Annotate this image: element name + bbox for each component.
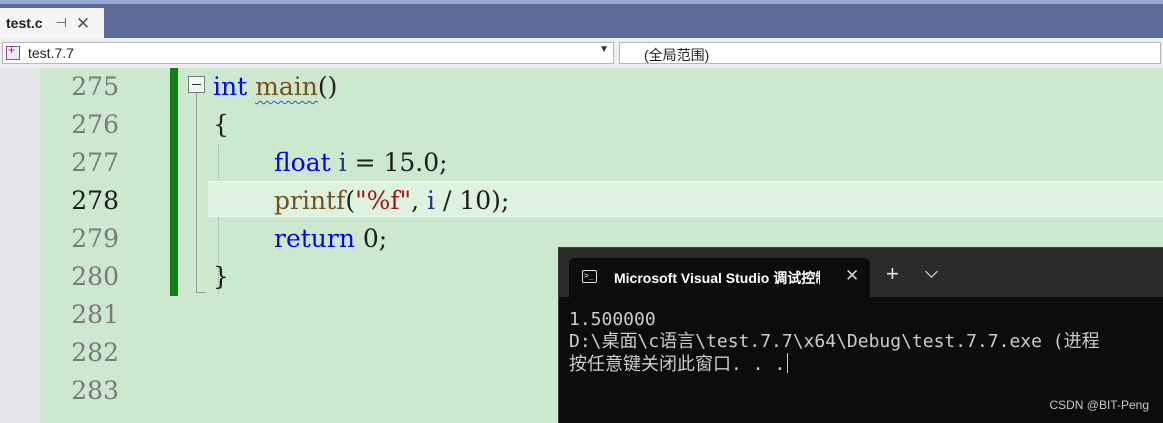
function-name: printf <box>274 186 346 215</box>
project-label: test.7.7 <box>28 45 74 61</box>
document-tab-strip: test.c ⊣ ✕ <box>0 0 1163 40</box>
tab-test-c[interactable]: test.c ⊣ ✕ <box>0 8 104 40</box>
console-tab[interactable]: >_ Microsoft Visual Studio 调试控制台 ✕ <box>569 258 870 298</box>
project-dropdown[interactable]: test.7.7 ▼ <box>2 42 614 64</box>
console-output-line: 按任意键关闭此窗口. . . <box>569 353 1163 375</box>
text-cursor <box>787 353 789 373</box>
keyword: return <box>274 224 355 253</box>
code-line-277: float i = 15.0; <box>274 144 448 182</box>
keyword: float <box>274 148 331 177</box>
navigation-bar: test.7.7 ▼ (全局范围) <box>0 38 1163 69</box>
collapse-icon[interactable] <box>188 76 205 93</box>
code-text: / 10); <box>435 186 510 215</box>
close-icon[interactable]: ✕ <box>845 266 859 286</box>
line-number: 282 <box>71 338 119 367</box>
code-line-275: int main() <box>213 68 337 106</box>
string-literal: "%f" <box>355 186 412 215</box>
code-line-278: printf("%f", i / 10); <box>274 182 509 220</box>
new-tab-icon[interactable]: + <box>886 263 899 285</box>
scope-dropdown[interactable]: (全局范围) <box>619 42 1161 64</box>
line-number: 283 <box>71 376 119 405</box>
chevron-down-icon[interactable]: ▼ <box>599 44 609 55</box>
variable: i <box>427 186 436 215</box>
line-number: 281 <box>71 300 119 329</box>
line-number: 276 <box>71 110 119 139</box>
code-text: ( <box>345 186 356 215</box>
fold-guide-end <box>196 292 206 293</box>
debug-console-window[interactable]: >_ Microsoft Visual Studio 调试控制台 ✕ + 1.5… <box>558 247 1163 423</box>
console-prompt-text: 按任意键关闭此窗口. . . <box>569 354 786 375</box>
line-number: 275 <box>71 72 119 101</box>
watermark: CSDN @BIT-Peng <box>1049 398 1149 412</box>
variable: i <box>338 148 347 177</box>
code-line-279: return 0; <box>274 220 387 258</box>
console-titlebar: >_ Microsoft Visual Studio 调试控制台 ✕ + <box>559 248 1163 298</box>
code-text: () <box>317 72 338 101</box>
project-icon <box>6 43 20 60</box>
line-number: 277 <box>71 148 119 177</box>
scope-label: (全局范围) <box>644 47 710 63</box>
code-line-280: } <box>213 262 229 291</box>
chevron-down-icon[interactable] <box>925 265 938 278</box>
close-icon[interactable]: ✕ <box>76 15 90 32</box>
console-output-line: 1.500000 <box>569 309 656 330</box>
function-name: main <box>255 72 318 101</box>
line-number: 279 <box>71 224 119 253</box>
code-text: 0; <box>354 224 388 253</box>
tab-strip-accent <box>0 0 1163 4</box>
console-output-line: D:\桌面\c语言\test.7.7\x64\Debug\test.7.7.ex… <box>569 331 1100 352</box>
console-output: 1.500000 D:\桌面\c语言\test.7.7\x64\Debug\te… <box>569 309 1163 375</box>
change-tracking-bar <box>170 68 178 296</box>
pin-icon[interactable]: ⊣ <box>56 15 67 31</box>
line-number: 280 <box>71 262 119 291</box>
keyword: int <box>213 72 248 101</box>
terminal-icon: >_ <box>582 270 597 283</box>
tab-filename: test.c <box>6 15 43 31</box>
editor-left-margin <box>0 68 40 423</box>
console-tab-title: Microsoft Visual Studio 调试控制台 <box>614 270 820 286</box>
code-line-276: { <box>213 110 229 139</box>
line-number-current: 278 <box>71 186 119 215</box>
code-text: , <box>411 186 428 215</box>
fold-guide-line <box>196 93 197 292</box>
code-text: = 15.0; <box>346 148 448 177</box>
